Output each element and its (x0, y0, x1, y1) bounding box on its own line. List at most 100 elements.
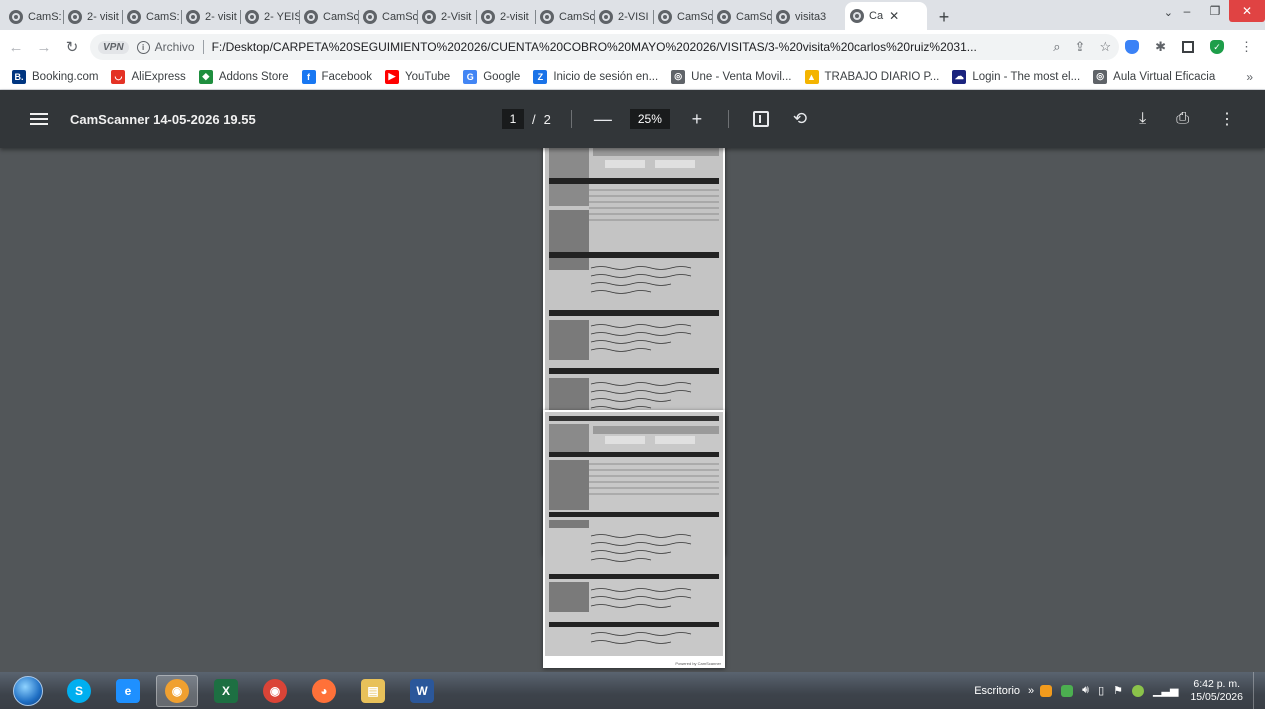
tab-label: Ca (869, 10, 884, 22)
url-text[interactable]: F:/Desktop/CARPETA%20SEGUIMIENTO%202026/… (212, 40, 977, 54)
sidebar-menu-icon[interactable] (30, 113, 48, 125)
taskbar-app-button[interactable]: e (107, 675, 149, 707)
bookmark-star-icon[interactable]: ☆ (1099, 39, 1111, 55)
bookmark-item[interactable]: ▲ TRABAJO DIARIO P... (804, 69, 939, 84)
bookmark-item[interactable]: G Google (463, 69, 520, 84)
bookmark-item[interactable]: ☁ Login - The most el... (952, 69, 1080, 84)
excel-icon: X (214, 678, 238, 703)
taskbar-app-button[interactable]: W (401, 675, 443, 707)
scanned-form-image (545, 412, 723, 656)
browser-tab[interactable]: visita3 (771, 4, 845, 30)
bookmark-item[interactable]: ▶ YouTube (385, 69, 450, 84)
bookmark-item[interactable]: ◡ AliExpress (111, 69, 186, 84)
tray-app-icon[interactable] (1040, 684, 1053, 697)
taskbar-app-button[interactable]: ◕ (303, 675, 345, 707)
taskbar-app-button[interactable]: X (205, 675, 247, 707)
tab-close-icon[interactable]: ✕ (889, 9, 899, 23)
globe-icon (850, 9, 864, 23)
toolbar-divider (570, 110, 572, 128)
browser-tab[interactable]: 2- visit (181, 4, 240, 30)
signal-icon[interactable]: ▁▃▅ (1153, 684, 1178, 697)
fit-to-page-icon[interactable] (752, 111, 769, 127)
clock[interactable]: 6:42 p. m. 15/05/2026 (1190, 678, 1243, 704)
desktop-toolbar-label[interactable]: Escritorio (974, 685, 1020, 697)
taskbar-app-button[interactable]: ◉ (156, 674, 198, 707)
volume-icon[interactable]: 🔊︎ (1082, 684, 1089, 697)
internet-explorer-icon: e (116, 678, 140, 703)
browser-tab[interactable]: 2-visit (476, 4, 535, 30)
zoom-in-button[interactable]: + (686, 109, 708, 130)
forward-button[interactable]: → (32, 35, 56, 59)
taskbar-app-button[interactable]: S (58, 675, 100, 707)
tab-label: 2-VISI (618, 11, 649, 23)
tray-security-icon[interactable] (1132, 684, 1145, 697)
page-number-input[interactable]: 1 (502, 109, 524, 129)
rotate-icon[interactable]: ⟲ (793, 109, 807, 129)
browser-tab[interactable]: CamSc (712, 4, 771, 30)
download-icon[interactable]: ⤓ (1139, 110, 1146, 128)
tab-label: CamSc (559, 11, 594, 23)
window-close-button[interactable]: ✕ (1229, 0, 1265, 22)
globe-icon (245, 10, 259, 24)
restore-button[interactable]: ❐ (1201, 0, 1229, 22)
tab-strip: CamS: 2- visit CamS: 2- visit 2- YEIS CamSc Ca… (0, 0, 1265, 30)
tab-label: 2- YEIS (264, 11, 299, 23)
tray-expand-button[interactable]: » (1028, 685, 1034, 697)
browser-tab[interactable]: 2- YEIS (240, 4, 299, 30)
tab-label: 2-Visit (441, 11, 472, 23)
reload-button[interactable]: ↻ (60, 35, 84, 59)
print-icon[interactable]: ⎙ (1176, 110, 1189, 128)
address-bar[interactable]: VPN i Archivo F:/Desktop/CARPETA%20SEGUI… (90, 34, 1120, 60)
browser-tab[interactable]: CamS: (4, 4, 63, 30)
browser-tab[interactable]: CamSc (535, 4, 594, 30)
bookmarks-bar: B. Booking.com ◡ AliExpress ◆ Addons Store f Fa… (0, 64, 1265, 90)
bookmark-item[interactable]: ◎ Une - Venta Movil... (671, 69, 792, 84)
bookmarks-overflow-button[interactable]: » (1246, 70, 1253, 84)
back-button[interactable]: ← (4, 35, 28, 59)
tab-search-button[interactable]: ⌄ (1164, 6, 1173, 19)
browser-tab[interactable]: CamS: (122, 4, 181, 30)
browser-tab[interactable]: 2- visit (63, 4, 122, 30)
browser-tab[interactable]: Ca ✕ (845, 2, 927, 30)
vpn-badge[interactable]: VPN (98, 40, 129, 54)
document-title: CamScanner 14-05-2026 19.55 (70, 111, 256, 127)
network-icon[interactable]: ▯ (1098, 684, 1104, 697)
browser-tab[interactable]: CamSc (358, 4, 417, 30)
share-icon[interactable]: ⇪ (1075, 39, 1086, 55)
zoom-input[interactable]: 25% (629, 109, 670, 129)
bookmark-label: Facebook (321, 70, 373, 83)
action-center-flag-icon[interactable]: ⚑ (1113, 684, 1123, 697)
show-desktop-button[interactable] (1253, 672, 1265, 709)
globe-icon (481, 10, 495, 24)
chrome-canary-icon: ◉ (165, 678, 189, 703)
bookmark-item[interactable]: B. Booking.com (12, 69, 98, 84)
minimize-button[interactable]: – (1173, 0, 1201, 22)
zoom-icon[interactable]: ⌕ (1053, 39, 1060, 55)
bookmark-item[interactable]: Z Inicio de sesión en... (533, 69, 658, 84)
more-menu-icon[interactable]: ⋮ (1240, 39, 1253, 55)
zoom-out-button[interactable]: — (592, 109, 614, 130)
browser-tab[interactable]: 2-VISI (594, 4, 653, 30)
browser-tab[interactable]: 2-Visit (417, 4, 476, 30)
bookmark-item[interactable]: ◆ Addons Store (198, 69, 289, 84)
bookmark-item[interactable]: f Facebook (301, 69, 373, 84)
info-icon[interactable]: i (136, 40, 150, 54)
start-button[interactable] (13, 675, 43, 706)
new-tab-button[interactable]: + (931, 4, 957, 30)
address-divider (202, 40, 204, 54)
tray-sync-icon[interactable] (1061, 684, 1074, 697)
bookmark-item[interactable]: ◎ Aula Virtual Eficacia (1093, 69, 1215, 84)
side-panel-icon[interactable] (1182, 41, 1194, 53)
toolbar-divider (727, 110, 729, 128)
pdf-more-icon[interactable]: ⋮ (1219, 109, 1235, 129)
cloud-icon: ☁ (952, 69, 967, 84)
adblock-shield-icon[interactable]: ✓ (1210, 40, 1224, 54)
document-viewer[interactable]: Powered by CamScanner (0, 148, 1265, 672)
browser-tab[interactable]: CamSc (299, 4, 358, 30)
taskbar-app-button[interactable]: ▤ (352, 675, 394, 707)
vpn-extension-icon[interactable] (1125, 40, 1140, 54)
browser-tab[interactable]: CamSc (653, 4, 712, 30)
tab-label: visita3 (795, 11, 827, 23)
extensions-puzzle-icon[interactable]: ✱ (1155, 39, 1166, 55)
taskbar-app-button[interactable]: ◉ (254, 675, 296, 707)
